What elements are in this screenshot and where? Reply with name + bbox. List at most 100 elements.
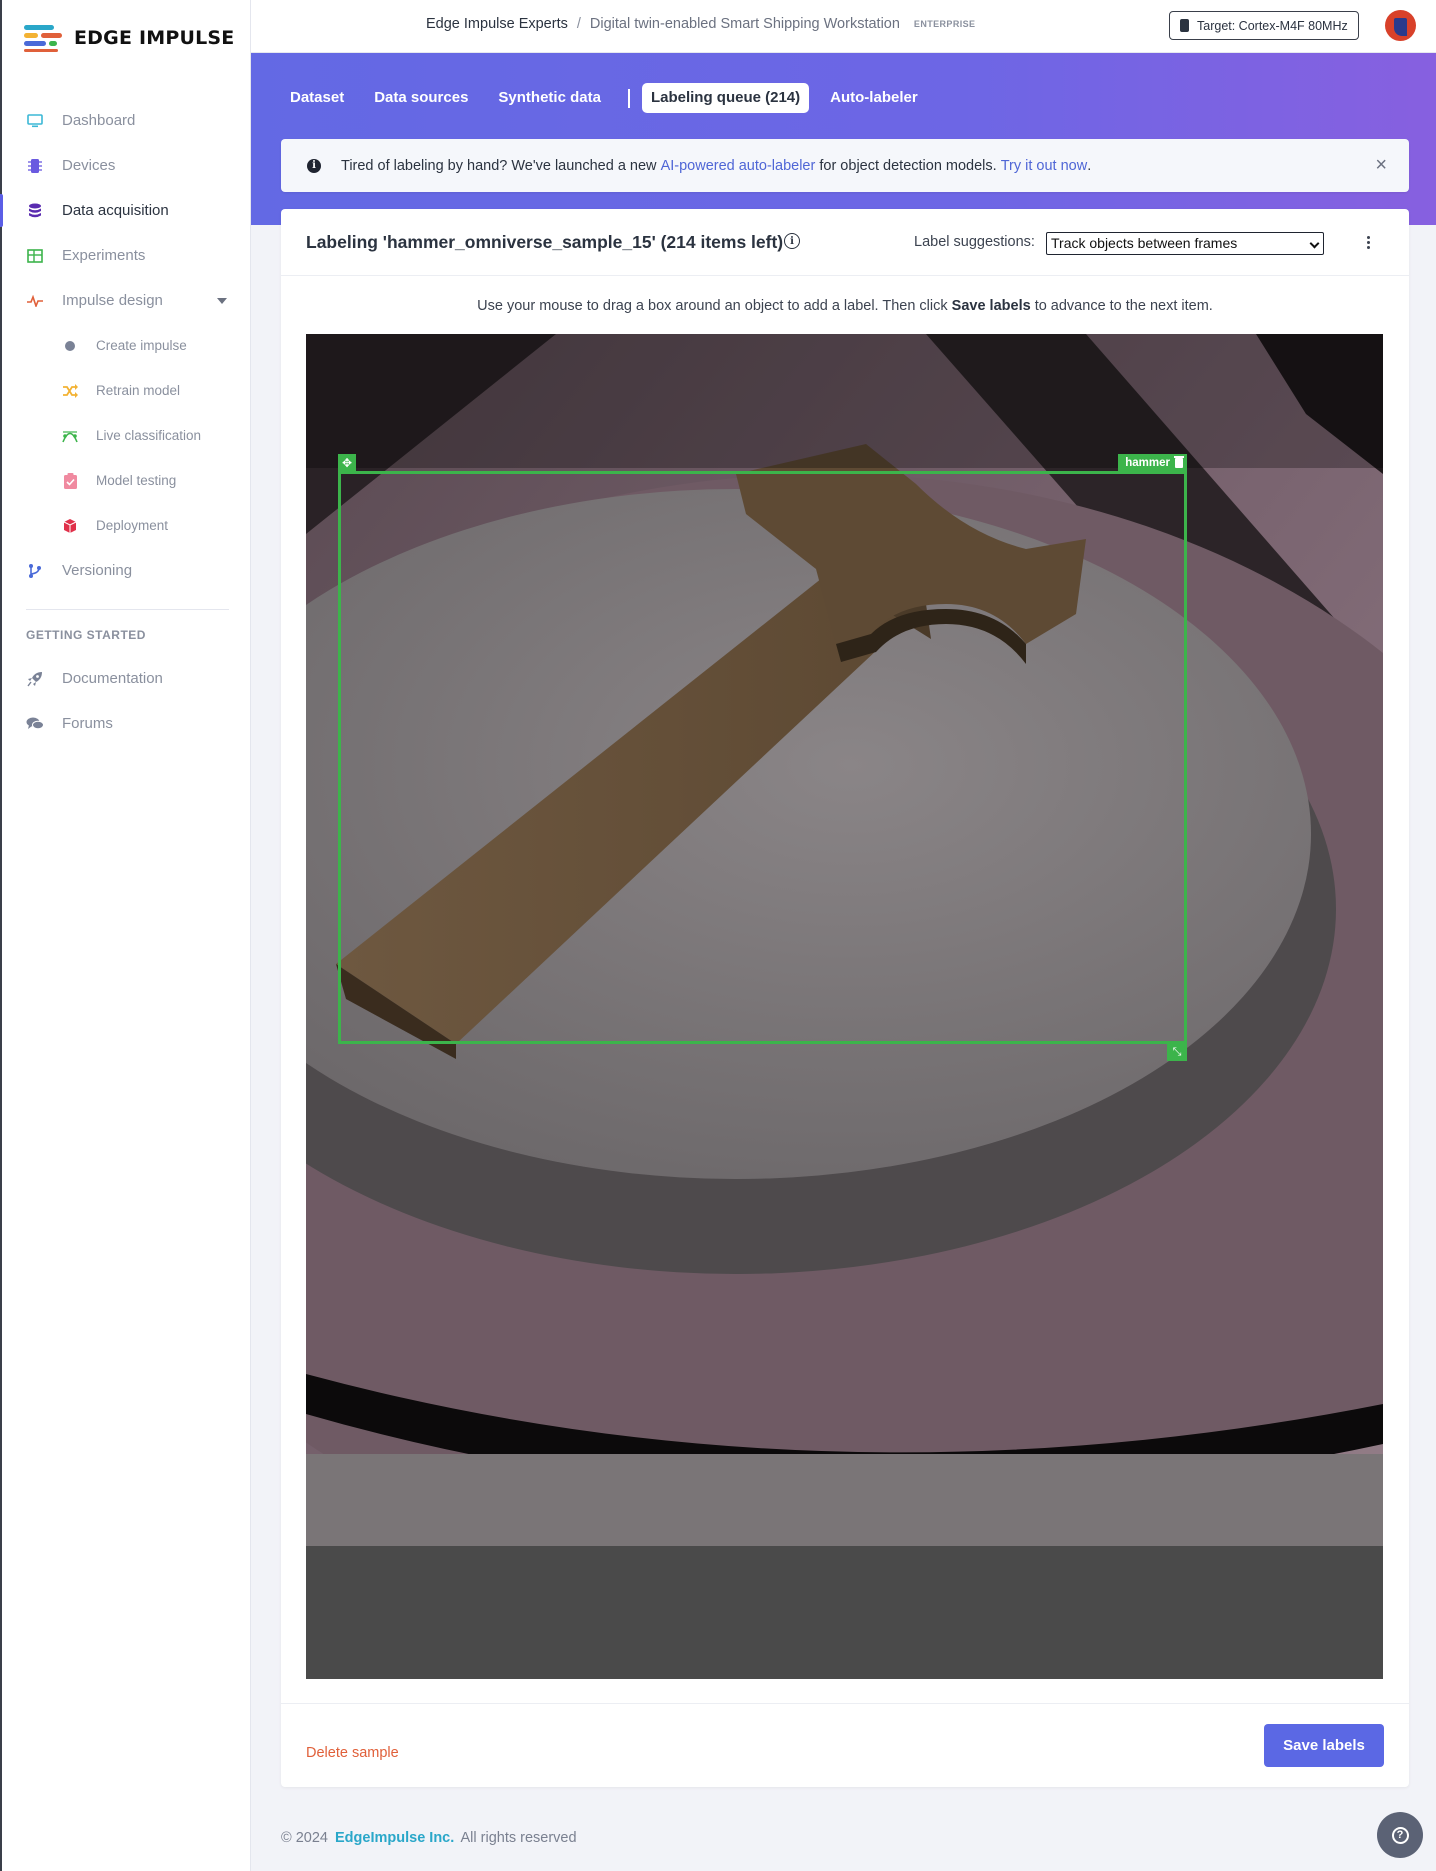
save-labels-button[interactable]: Save labels	[1264, 1724, 1384, 1767]
pulse-icon	[26, 292, 44, 310]
instructions-text: Use your mouse to drag a box around an o…	[477, 298, 948, 314]
company-link[interactable]: EdgeImpulse Inc.	[335, 1830, 454, 1846]
more-options-icon[interactable]	[1367, 236, 1370, 251]
edge-impulse-logo-icon	[24, 24, 62, 52]
sidebar-item-documentation[interactable]: Documentation	[2, 656, 253, 701]
card-footer: Delete sample Save labels	[281, 1703, 1409, 1787]
chevron-down-icon[interactable]	[217, 298, 227, 304]
page-title: Labeling 'hammer_omniverse_sample_15' (2…	[306, 232, 784, 252]
shuffle-icon	[62, 383, 78, 399]
enterprise-badge: ENTERPRISE	[913, 19, 976, 29]
curve-icon	[62, 428, 78, 444]
question-icon: ?	[1391, 1826, 1409, 1844]
sidebar-item-label: Data acquisition	[62, 202, 169, 219]
branch-icon	[26, 562, 44, 580]
sidebar-section-title: GETTING STARTED	[26, 628, 146, 642]
monitor-icon	[26, 112, 44, 130]
tab-data-sources[interactable]: Data sources	[365, 83, 477, 113]
alert-text: Tired of labeling by hand? We've launche…	[341, 157, 657, 174]
label-suggestions-value: Track objects between frames	[1051, 235, 1238, 251]
sidebar: EDGE IMPULSE Dashboard Devices Data acqu…	[0, 0, 251, 1871]
cube-icon	[62, 518, 78, 534]
close-icon[interactable]: ×	[1375, 154, 1387, 177]
move-icon[interactable]: ✥	[338, 454, 356, 472]
alert-text-middle: for object detection models.	[819, 157, 997, 174]
sidebar-item-label: Impulse design	[62, 292, 163, 309]
breadcrumb-org[interactable]: Edge Impulse Experts	[426, 16, 568, 32]
try-it-now-link[interactable]: Try it out now	[1001, 158, 1088, 174]
card-header: Labeling 'hammer_omniverse_sample_15' (2…	[281, 209, 1409, 276]
labeling-canvas[interactable]: ✥ hammer ⤡	[306, 334, 1383, 1679]
info-icon[interactable]: i	[784, 233, 800, 249]
bounding-box-label[interactable]: hammer	[1118, 454, 1187, 472]
sidebar-item-devices[interactable]: Devices	[2, 143, 253, 188]
auto-labeler-link[interactable]: AI-powered auto-labeler	[661, 158, 816, 174]
copyright-year: © 2024	[281, 1830, 328, 1846]
canvas-dim-overlay	[306, 334, 1383, 468]
info-icon: i	[307, 158, 321, 173]
chevron-down-icon	[1309, 238, 1320, 249]
sidebar-item-dashboard[interactable]: Dashboard	[2, 98, 253, 143]
labeling-instructions: Use your mouse to drag a box around an o…	[281, 298, 1409, 314]
trash-icon[interactable]	[1174, 456, 1184, 468]
copyright: © 2024 EdgeImpulse Inc. All rights reser…	[281, 1830, 577, 1846]
table-icon	[26, 247, 44, 265]
auto-labeler-alert: i Tired of labeling by hand? We've launc…	[281, 139, 1409, 192]
target-device-button[interactable]: Target: Cortex-M4F 80MHz	[1169, 11, 1359, 40]
sidebar-item-label: Experiments	[62, 247, 146, 264]
sidebar-item-create-impulse[interactable]: Create impulse	[2, 323, 253, 368]
sidebar-item-label: Dashboard	[62, 112, 136, 129]
sidebar-item-label: Retrain model	[96, 383, 181, 398]
sidebar-item-retrain-model[interactable]: Retrain model	[2, 368, 253, 413]
sidebar-item-forums[interactable]: Forums	[2, 701, 253, 746]
sidebar-item-label: Documentation	[62, 670, 163, 687]
resize-icon[interactable]: ⤡	[1167, 1043, 1187, 1061]
rocket-icon	[26, 670, 44, 688]
instructions-text-end: to advance to the next item.	[1034, 298, 1213, 314]
tab-divider	[627, 88, 630, 108]
dot-icon	[62, 338, 78, 354]
tab-synthetic-data[interactable]: Synthetic data	[489, 83, 610, 113]
sidebar-item-data-acquisition[interactable]: Data acquisition	[0, 188, 253, 233]
bounding-box[interactable]: ✥ hammer ⤡	[338, 454, 1187, 1061]
sidebar-nav: Dashboard Devices Data acquisition Exper…	[0, 98, 253, 746]
alert-text-suffix: .	[1087, 157, 1092, 174]
sidebar-item-label: Devices	[62, 157, 116, 174]
sidebar-item-experiments[interactable]: Experiments	[2, 233, 253, 278]
sidebar-item-label: Forums	[62, 715, 113, 732]
sidebar-item-label: Live classification	[96, 428, 202, 443]
sidebar-divider	[26, 609, 229, 610]
copyright-rights: All rights reserved	[460, 1830, 577, 1846]
tab-bar: Dataset Data sources Synthetic data Labe…	[281, 83, 939, 113]
breadcrumb: Edge Impulse Experts / Digital twin-enab…	[426, 16, 975, 32]
target-device-label: Target: Cortex-M4F 80MHz	[1197, 18, 1348, 33]
delete-sample-link[interactable]: Delete sample	[306, 1745, 399, 1761]
labeling-card: Labeling 'hammer_omniverse_sample_15' (2…	[281, 209, 1409, 1787]
logo[interactable]: EDGE IMPULSE	[24, 24, 234, 52]
sidebar-item-versioning[interactable]: Versioning	[2, 548, 253, 593]
chip-icon	[26, 157, 44, 175]
label-suggestions-select[interactable]: Track objects between frames	[1046, 232, 1324, 255]
top-bar: Edge Impulse Experts / Digital twin-enab…	[251, 0, 1436, 53]
tab-labeling-queue[interactable]: Labeling queue (214)	[641, 83, 810, 113]
sidebar-item-label: Create impulse	[96, 338, 187, 353]
sidebar-item-label: Deployment	[96, 518, 169, 533]
sidebar-item-impulse-design[interactable]: Impulse design	[2, 278, 253, 323]
comments-icon	[26, 715, 44, 733]
database-icon	[26, 202, 44, 220]
sidebar-item-deployment[interactable]: Deployment	[2, 503, 253, 548]
tab-auto-labeler[interactable]: Auto-labeler	[821, 83, 927, 113]
sidebar-item-model-testing[interactable]: Model testing	[2, 458, 253, 503]
chip-icon	[1180, 19, 1189, 32]
instructions-bold: Save labels	[951, 298, 1031, 314]
tab-dataset[interactable]: Dataset	[281, 83, 353, 113]
help-button[interactable]: ?	[1377, 1812, 1423, 1858]
bounding-box-label-text: hammer	[1125, 457, 1170, 469]
label-suggestions-label: Label suggestions:	[914, 234, 1035, 250]
sidebar-item-live-classification[interactable]: Live classification	[2, 413, 253, 458]
breadcrumb-project[interactable]: Digital twin-enabled Smart Shipping Work…	[590, 16, 900, 32]
avatar[interactable]	[1385, 10, 1416, 41]
sidebar-item-label: Versioning	[62, 562, 133, 579]
brand-name: EDGE IMPULSE	[74, 27, 235, 49]
breadcrumb-separator: /	[576, 16, 581, 32]
